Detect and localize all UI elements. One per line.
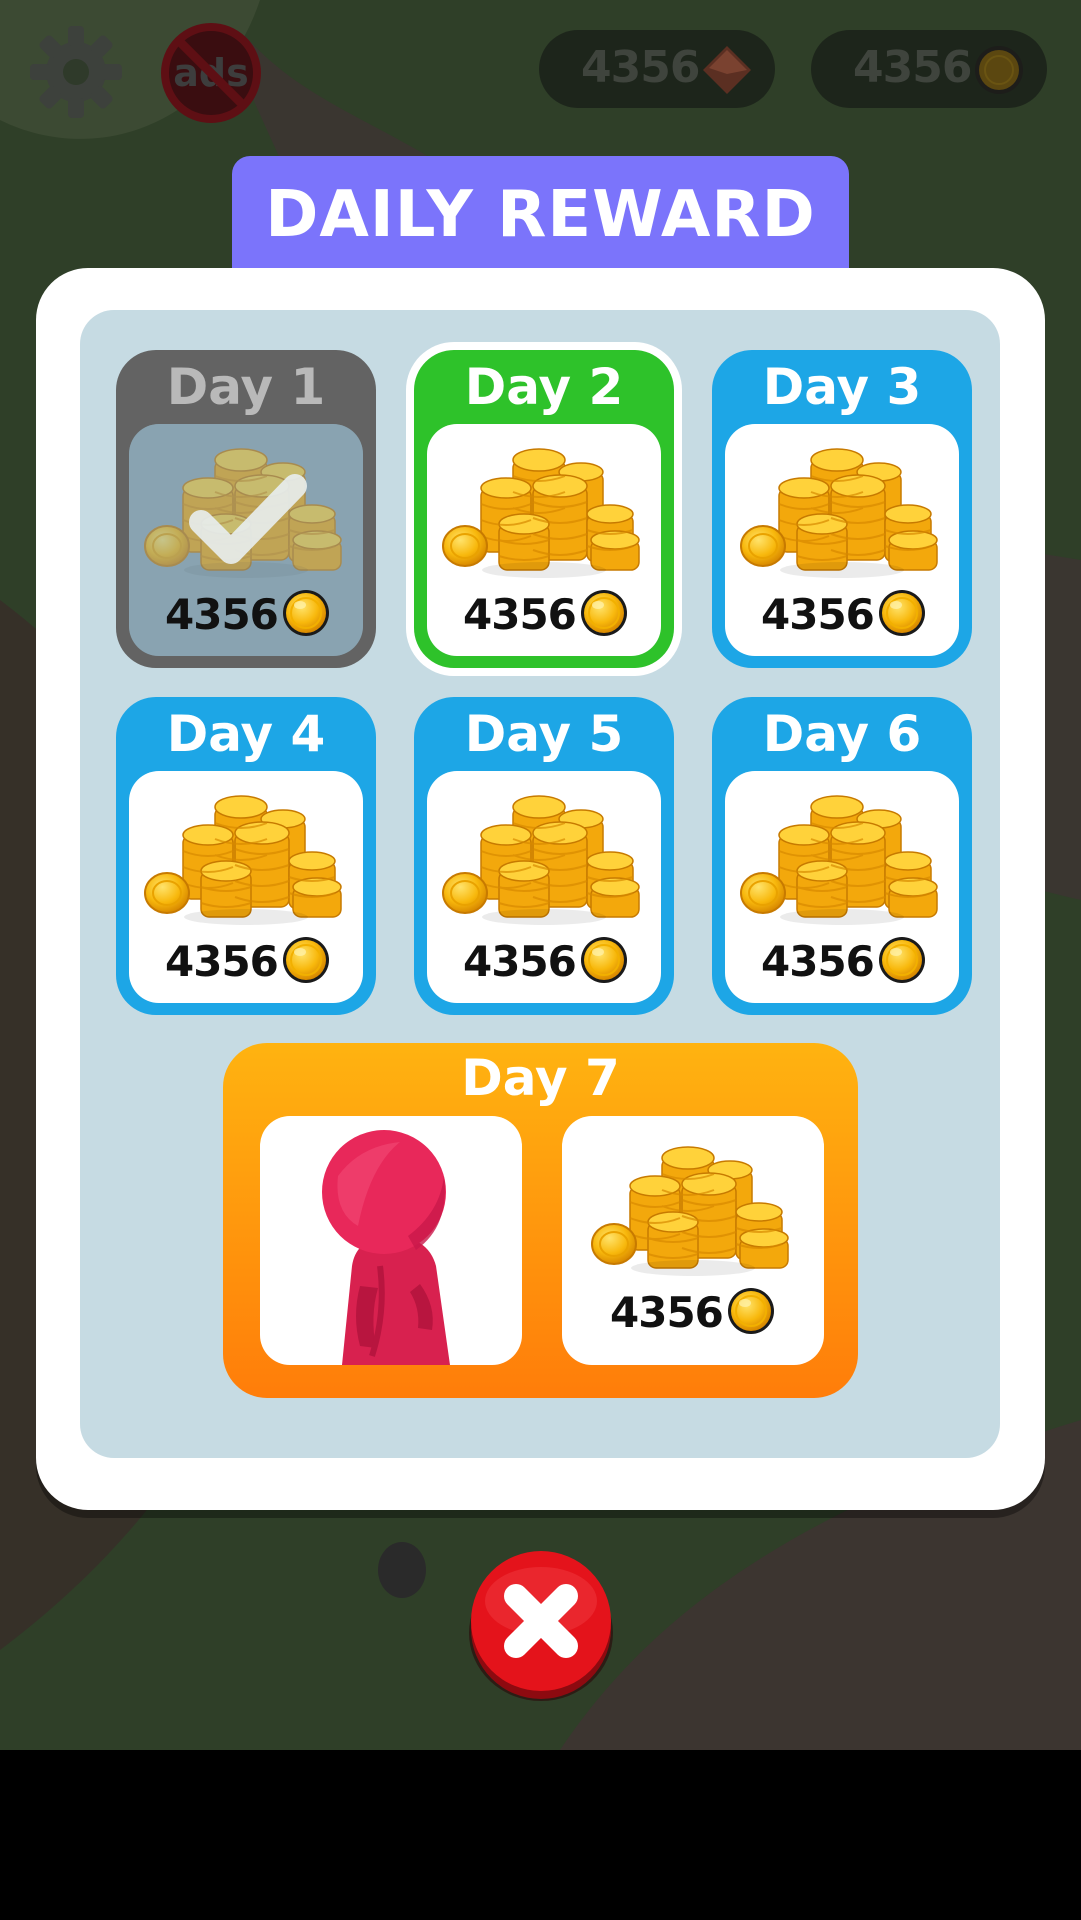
coin-icon — [579, 588, 629, 638]
reward-amount: 4356 — [165, 590, 279, 639]
day-label: Day 1 — [166, 358, 326, 416]
coin-icon — [281, 935, 331, 985]
reward-amount: 4356 — [463, 590, 577, 639]
day-card-6[interactable]: Day 6 4356 — [712, 697, 972, 1015]
no-ads-button[interactable]: ads — [160, 22, 262, 124]
title-banner: DAILY REWARD — [232, 156, 849, 282]
reward-box: 4356 — [427, 424, 661, 656]
coin-icon — [975, 46, 1023, 94]
reward-box: 4356 — [427, 771, 661, 1003]
reward-amount: 4356 — [610, 1288, 724, 1337]
reward-amount: 4356 — [463, 937, 577, 986]
coin-pile-icon — [441, 442, 647, 582]
gems-counter: 4356 — [539, 30, 775, 108]
day-card-4[interactable]: Day 4 4356 — [116, 697, 376, 1015]
coin-pile-icon — [441, 789, 647, 929]
reward-box: 4356 — [562, 1116, 824, 1365]
coin-pile-icon — [590, 1140, 796, 1280]
gems-count: 4356 — [581, 42, 700, 93]
reward-box: 4356 — [129, 424, 363, 656]
reward-box: 4356 — [129, 771, 363, 1003]
settings-button[interactable] — [28, 24, 124, 120]
character-reward-box — [260, 1116, 522, 1365]
day-label: Day 6 — [762, 705, 922, 763]
day-card-2[interactable]: Day 2 4356 — [414, 350, 674, 668]
coin-icon — [281, 588, 331, 638]
coin-pile-icon — [739, 789, 945, 929]
day-label: Day 4 — [166, 705, 326, 763]
reward-amount: 4356 — [761, 590, 875, 639]
reward-amount: 4356 — [165, 937, 279, 986]
coin-pile-icon — [143, 789, 349, 929]
coin-icon — [726, 1286, 776, 1336]
day-card-1[interactable]: Day 1 4356 — [116, 350, 376, 668]
coin-icon — [877, 935, 927, 985]
day-label: Day 2 — [464, 358, 624, 416]
coins-count: 4356 — [853, 42, 972, 93]
dialog-title: DAILY REWARD — [265, 178, 816, 252]
close-button[interactable] — [466, 1551, 616, 1703]
checkmark-icon — [189, 474, 307, 564]
day-card-3[interactable]: Day 3 4356 — [712, 350, 972, 668]
coin-pile-icon — [739, 442, 945, 582]
reward-box: 4356 — [725, 424, 959, 656]
gem-icon — [703, 46, 751, 94]
day-card-7[interactable]: Day 7 4356 — [223, 1043, 858, 1398]
day-label: Day 5 — [464, 705, 624, 763]
reward-box: 4356 — [725, 771, 959, 1003]
gear-icon — [30, 26, 122, 118]
day-card-5[interactable]: Day 5 4356 — [414, 697, 674, 1015]
pink-character-icon — [322, 1130, 450, 1365]
coins-counter: 4356 — [811, 30, 1047, 108]
day-label: Day 7 — [461, 1049, 620, 1107]
close-x-icon — [469, 1551, 613, 1701]
coin-icon — [877, 588, 927, 638]
day-label: Day 3 — [762, 358, 922, 416]
no-ads-icon: ads — [161, 23, 261, 123]
coin-icon — [579, 935, 629, 985]
reward-amount: 4356 — [761, 937, 875, 986]
